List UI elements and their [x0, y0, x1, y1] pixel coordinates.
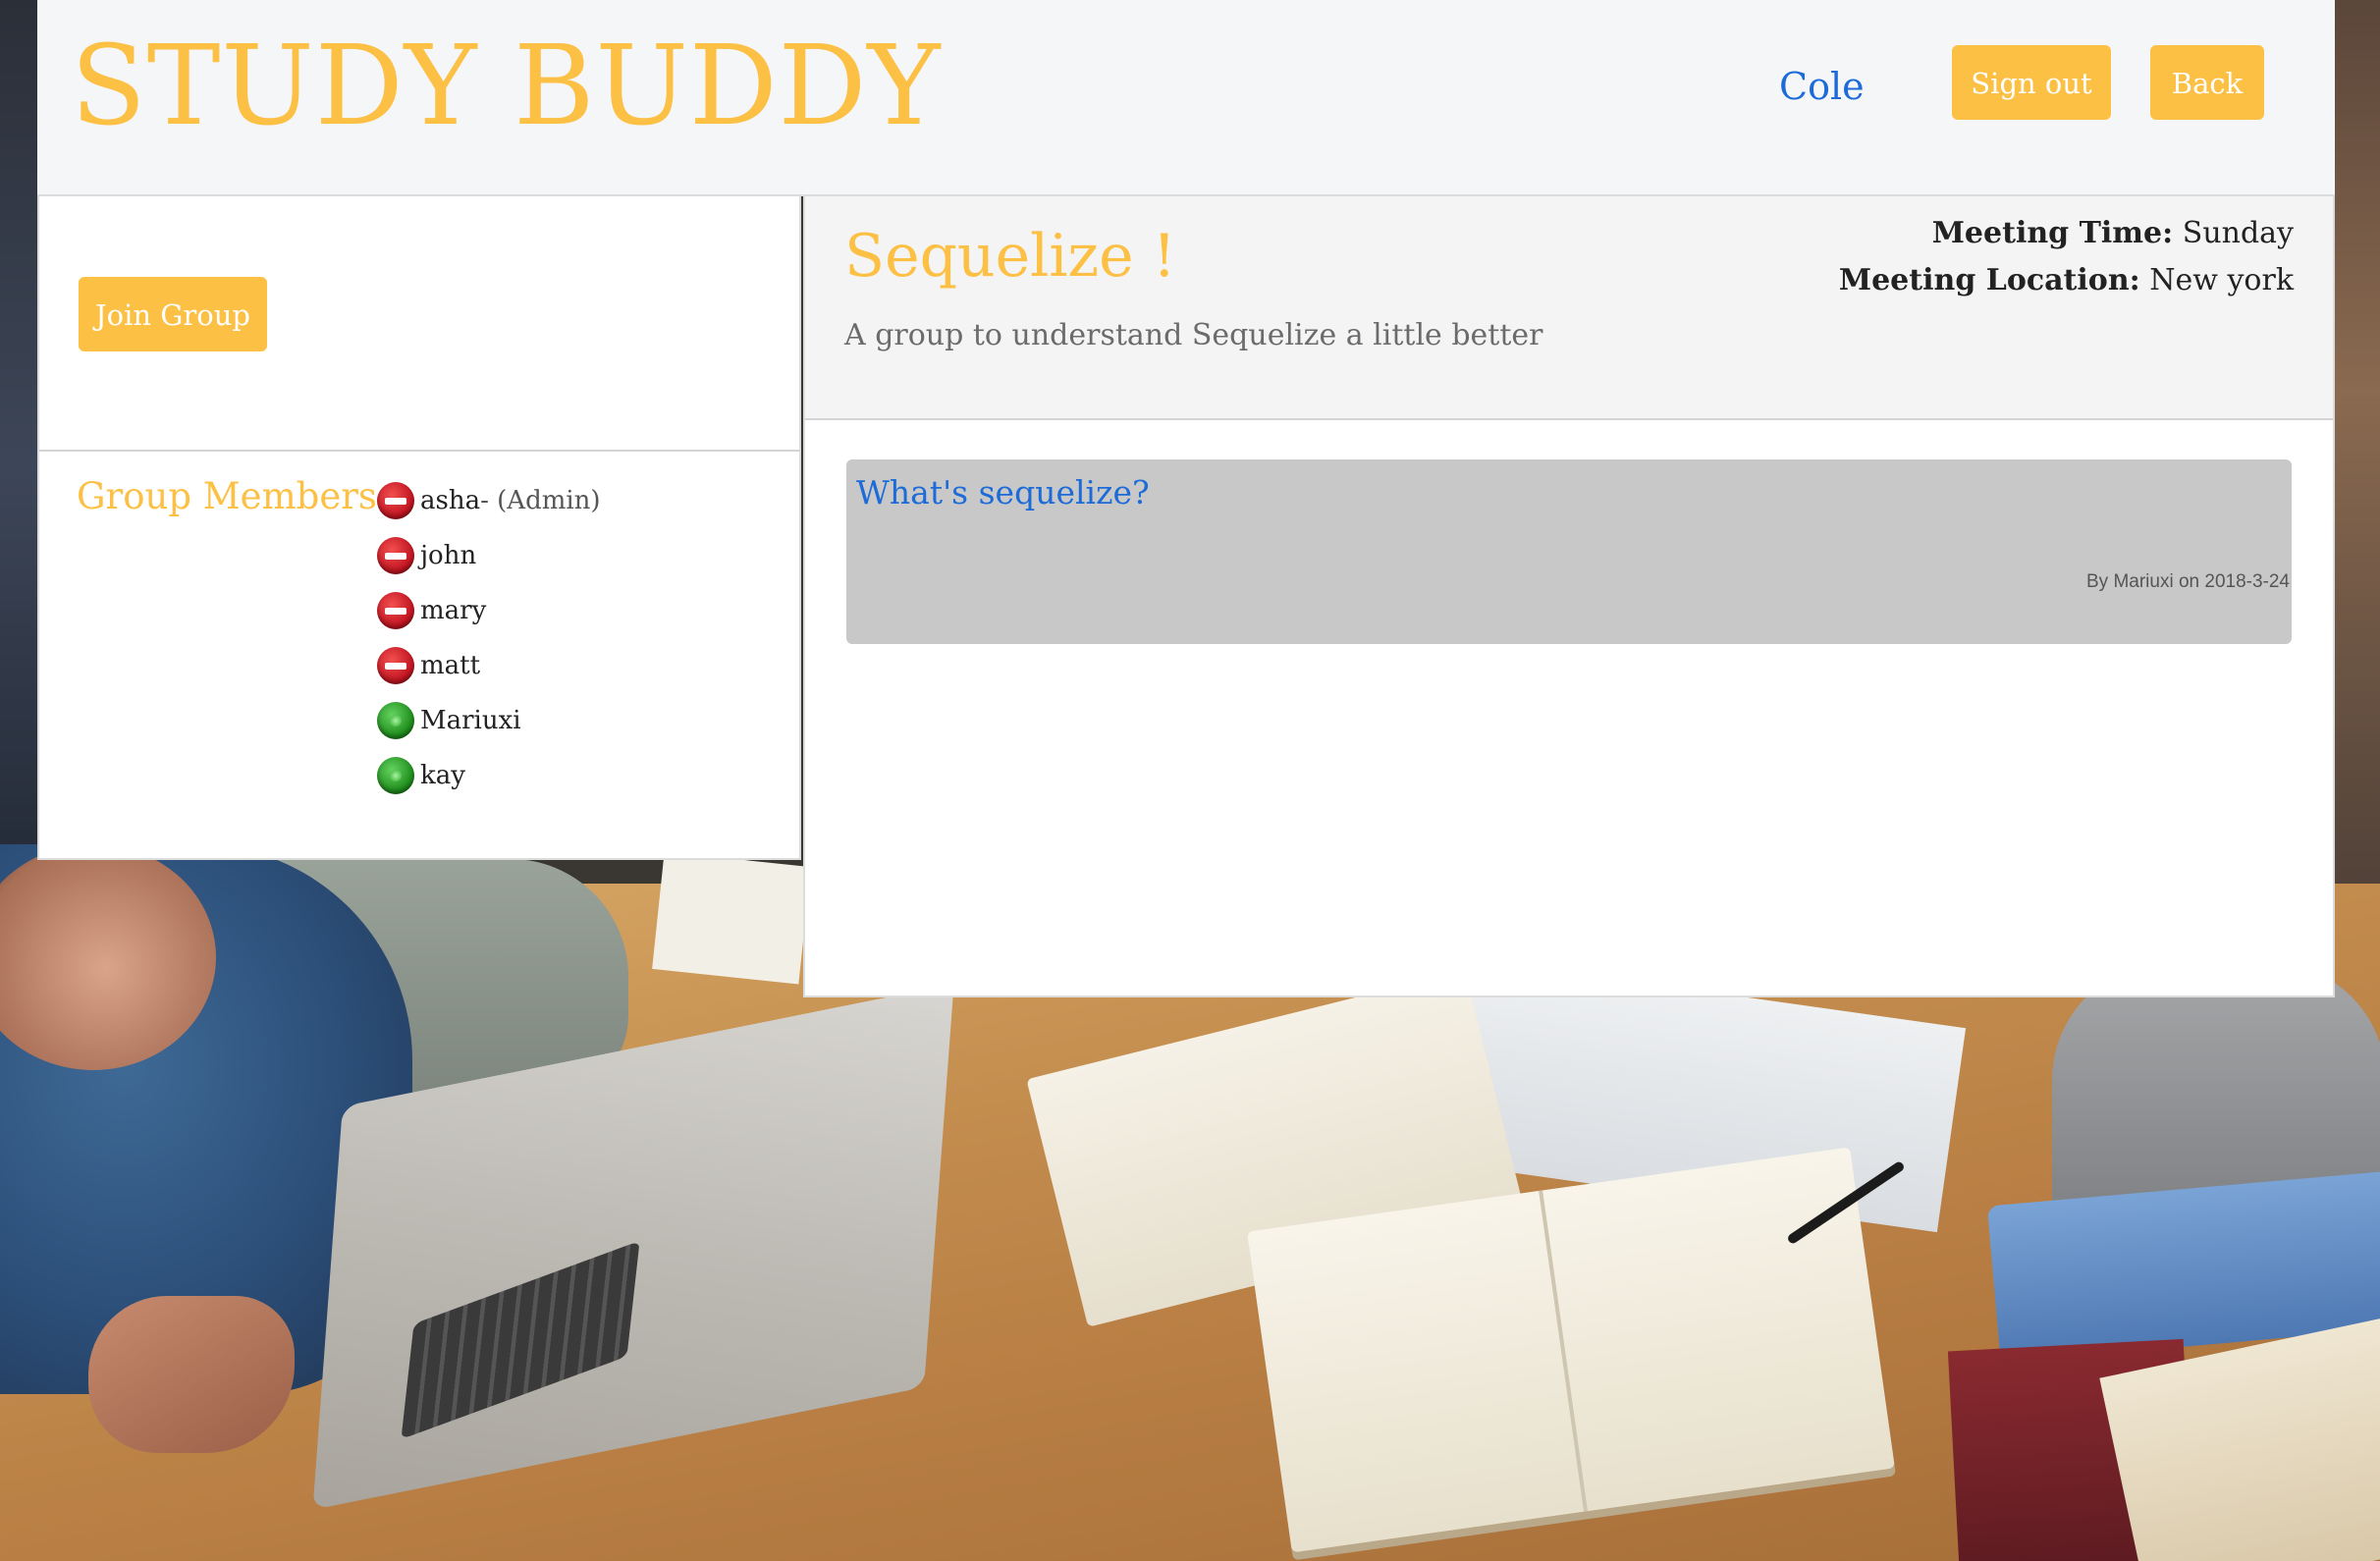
back-button[interactable]: Back: [2150, 45, 2264, 120]
group-description: A group to understand Sequelize a little…: [844, 318, 1543, 352]
member-name: asha: [420, 486, 481, 515]
user-profile-link[interactable]: Cole: [1779, 65, 1865, 108]
post-title-link[interactable]: What's sequelize?: [856, 473, 1150, 511]
meeting-location-value: New york: [2149, 263, 2294, 297]
member-name: Mariuxi: [420, 706, 521, 735]
offline-status-icon: [377, 537, 414, 574]
offline-status-icon: [377, 482, 414, 519]
meeting-location: Meeting Location: New york: [1839, 263, 2294, 297]
online-status-icon: [377, 757, 414, 794]
member-name: john: [420, 541, 477, 570]
member-item: kay: [377, 748, 601, 803]
member-item: matt: [377, 638, 601, 693]
member-item: john: [377, 528, 601, 583]
member-name: kay: [420, 761, 465, 790]
member-name: mary: [420, 596, 487, 625]
app-brand[interactable]: STUDY BUDDY: [71, 18, 941, 155]
group-members-title: Group Members: [77, 475, 377, 517]
divider: [39, 450, 799, 452]
member-item: asha - (Admin): [377, 473, 601, 528]
offline-status-icon: [377, 647, 414, 684]
meeting-time-value: Sunday: [2182, 216, 2294, 250]
meeting-location-label: Meeting Location:: [1838, 263, 2140, 297]
post-card[interactable]: What's sequelize? By Mariuxi on 2018-3-2…: [846, 459, 2292, 644]
admin-tag: - (Admin): [480, 486, 601, 515]
online-status-icon: [377, 702, 414, 739]
member-item: mary: [377, 583, 601, 638]
group-sidebar: Join Group Group Members asha - (Admin) …: [37, 194, 801, 860]
member-name: matt: [420, 651, 481, 680]
group-header: Sequelize ! A group to understand Sequel…: [805, 196, 2333, 420]
member-item: Mariuxi: [377, 693, 601, 748]
group-detail-panel: Sequelize ! A group to understand Sequel…: [803, 194, 2335, 997]
meeting-time-label: Meeting Time:: [1931, 216, 2174, 250]
join-group-button[interactable]: Join Group: [79, 277, 267, 351]
group-title: Sequelize !: [844, 222, 1176, 291]
notebook: [652, 851, 811, 985]
member-list: asha - (Admin) john mary matt Mariuxi ka…: [377, 473, 601, 803]
meeting-time: Meeting Time: Sunday: [1932, 216, 2294, 250]
top-navbar: STUDY BUDDY Cole Sign out Back: [37, 0, 2335, 196]
offline-status-icon: [377, 592, 414, 629]
student-hand: [88, 1296, 295, 1453]
post-meta: By Mariuxi on 2018-3-24: [2086, 571, 2290, 592]
sign-out-button[interactable]: Sign out: [1952, 45, 2111, 120]
